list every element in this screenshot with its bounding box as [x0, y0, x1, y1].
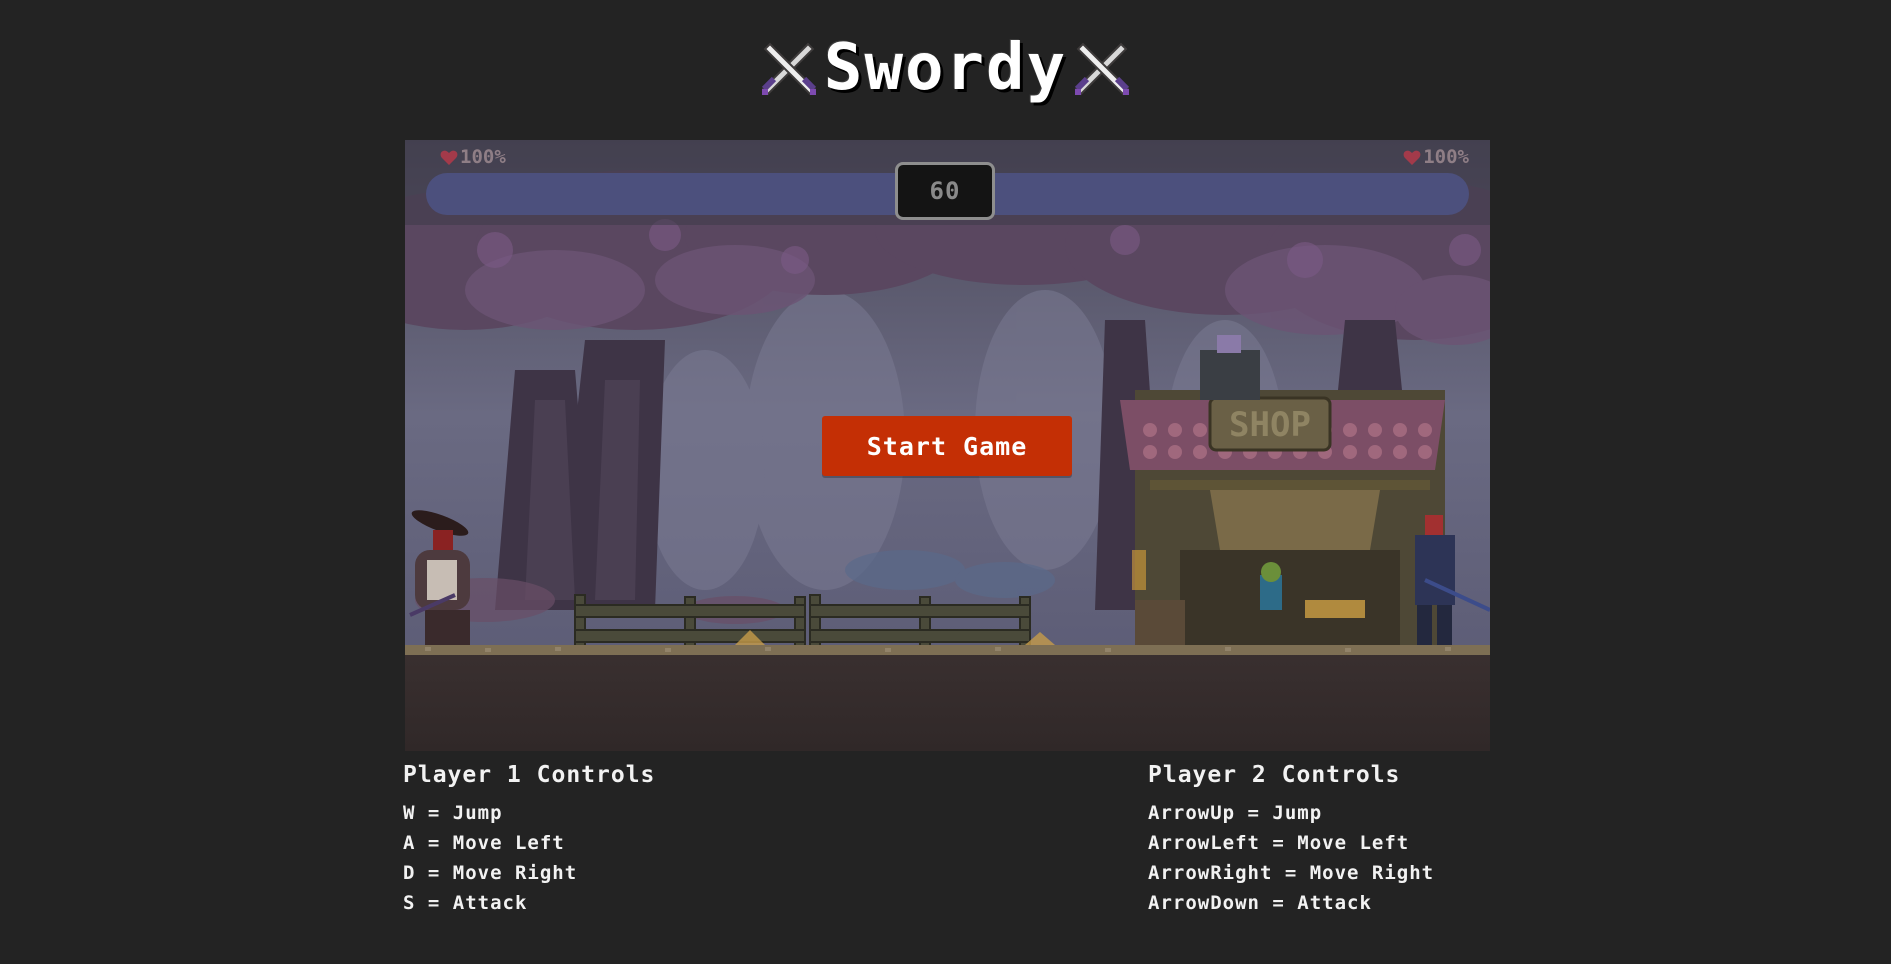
player2-controls: Player 2 Controls ArrowUp = Jump ArrowLe… — [1148, 760, 1434, 918]
control-item: D = Move Right — [403, 862, 578, 884]
player1-controls-heading: Player 1 Controls — [403, 762, 656, 788]
player1-health-bar — [426, 173, 908, 215]
ground — [405, 647, 1490, 751]
game-title: Swordy — [823, 31, 1068, 105]
shop-sign: SHOP — [1229, 405, 1311, 445]
control-item: ArrowUp = Jump — [1148, 802, 1323, 824]
control-item: S = Attack — [403, 892, 528, 914]
player1-health-text: 100% — [460, 146, 506, 168]
control-item: ArrowRight = Move Right — [1148, 862, 1435, 884]
control-item: ArrowLeft = Move Left — [1148, 832, 1410, 854]
crossed-swords-icon — [761, 42, 817, 96]
page: Swordy SHOP 100% 100% 60 Start Game Play… — [0, 0, 1891, 964]
player1-controls-list: W = Jump A = Move Left D = Move Right S … — [403, 798, 655, 918]
start-game-button[interactable]: Start Game — [822, 416, 1072, 476]
player2-health-label: 100% — [1403, 146, 1469, 168]
heart-icon — [440, 150, 458, 165]
control-item: A = Move Left — [403, 832, 565, 854]
game-canvas[interactable]: SHOP 100% 100% 60 Start Game — [405, 140, 1490, 751]
control-item: ArrowDown = Attack — [1148, 892, 1372, 914]
crossed-swords-icon — [1074, 42, 1130, 96]
player2-health-bar — [986, 173, 1469, 215]
player1-controls: Player 1 Controls W = Jump A = Move Left… — [403, 760, 655, 918]
hud: 100% 100% 60 — [405, 140, 1490, 225]
control-item: W = Jump — [403, 802, 503, 824]
player2-health-text: 100% — [1423, 146, 1469, 168]
player2-controls-heading: Player 2 Controls — [1148, 762, 1401, 788]
title-bar: Swordy — [0, 28, 1891, 108]
round-timer: 60 — [895, 162, 995, 220]
player1-health-label: 100% — [440, 146, 506, 168]
heart-icon — [1403, 150, 1421, 165]
player2-controls-list: ArrowUp = Jump ArrowLeft = Move Left Arr… — [1148, 798, 1434, 918]
